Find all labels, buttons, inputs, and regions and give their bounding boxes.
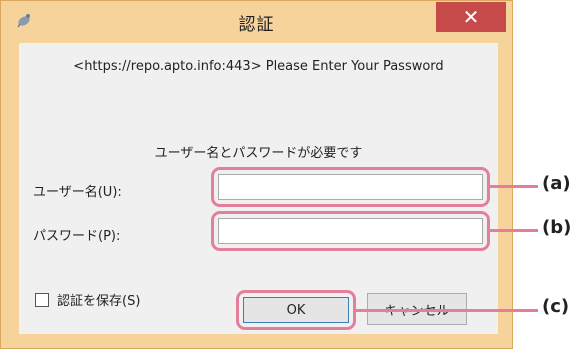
- password-label: パスワード(P):: [33, 229, 121, 244]
- password-input[interactable]: [219, 219, 482, 243]
- close-button[interactable]: ✕: [436, 2, 506, 32]
- realm-banner: <https://repo.apto.info:443> Please Ente…: [73, 59, 444, 74]
- callout-label-c: (c): [542, 296, 570, 317]
- save-credentials-checkbox[interactable]: [35, 292, 49, 307]
- close-icon: ✕: [462, 5, 480, 29]
- title-bar: 認証 ✕: [1, 1, 512, 39]
- dialog-body: <https://repo.apto.info:443> Please Ente…: [19, 43, 498, 334]
- username-field-frame: [218, 174, 483, 200]
- callout-line-a: [489, 185, 538, 188]
- ok-highlight: OK: [236, 290, 356, 330]
- callout-line-b: [489, 229, 538, 232]
- callout-label-a: (a): [542, 173, 571, 194]
- password-field-frame: [218, 218, 483, 244]
- username-highlight: [211, 167, 490, 207]
- auth-dialog: 認証 ✕ <https://repo.apto.info:443> Please…: [0, 0, 513, 349]
- callout-line-c: [355, 309, 538, 312]
- username-input[interactable]: [219, 175, 482, 199]
- ok-button[interactable]: OK: [243, 297, 349, 323]
- callout-label-b: (b): [542, 217, 572, 238]
- password-highlight: [211, 211, 490, 251]
- save-credentials-row[interactable]: 認証を保存(S): [35, 290, 140, 309]
- save-credentials-label: 認証を保存(S): [57, 294, 141, 309]
- username-label: ユーザー名(U):: [33, 185, 122, 200]
- credentials-prompt: ユーザー名とパスワードが必要です: [154, 146, 363, 161]
